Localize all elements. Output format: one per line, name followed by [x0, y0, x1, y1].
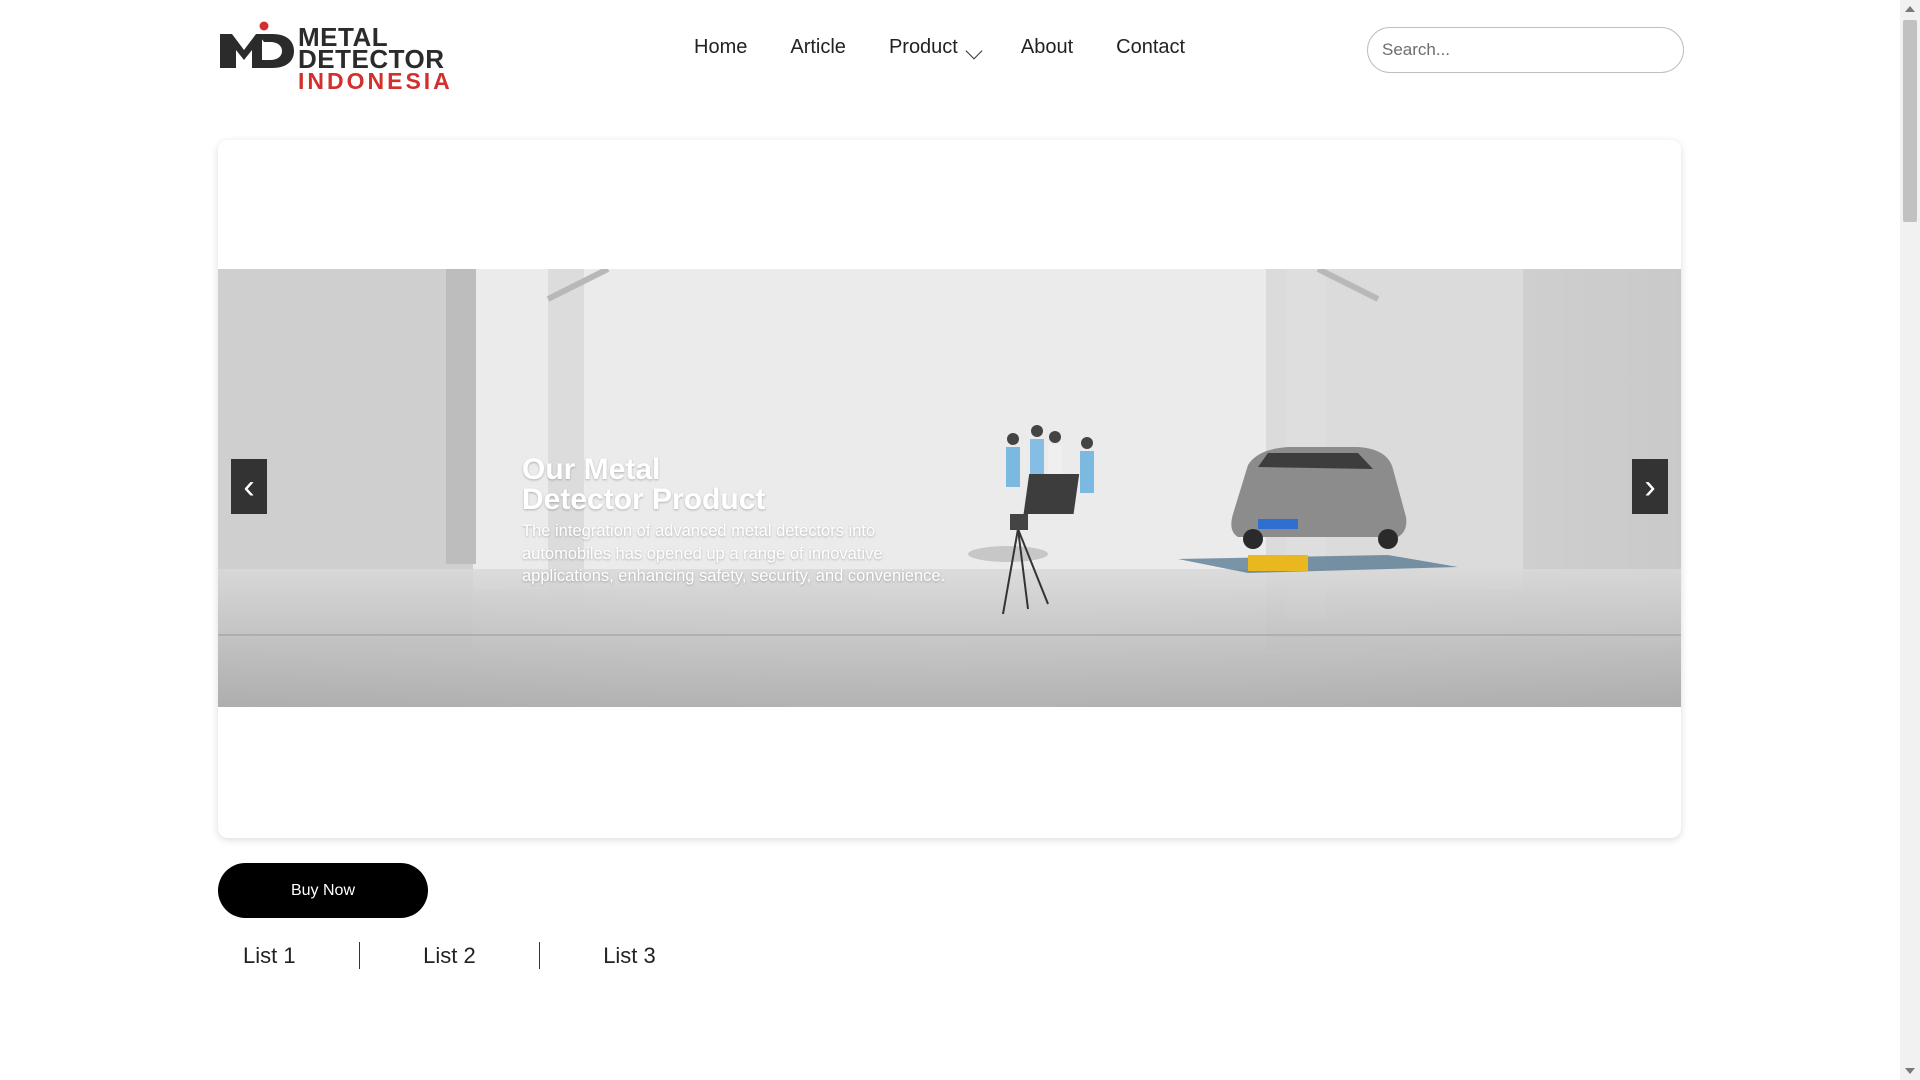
list-item-1[interactable]: List 1	[243, 943, 296, 969]
hero-card: Our Metal Detector Product The integrati…	[218, 140, 1681, 838]
page: METAL DETECTOR INDONESIA Home Article Pr…	[0, 0, 1900, 1080]
nav-article[interactable]: Article	[790, 36, 846, 59]
hero-text: Our Metal Detector Product The integrati…	[522, 455, 952, 588]
list-item-2[interactable]: List 2	[423, 943, 476, 969]
hero-title: Our Metal Detector Product	[522, 455, 952, 515]
logo-mark-icon	[220, 21, 294, 68]
divider	[538, 942, 541, 969]
chevron-down-icon[interactable]	[965, 42, 983, 60]
main-nav: Home Article Product About Contact	[694, 36, 1228, 60]
chevron-left-icon: ‹	[243, 467, 255, 506]
list-item-3[interactable]: List 3	[603, 943, 656, 969]
site-logo[interactable]: METAL DETECTOR INDONESIA	[218, 20, 523, 93]
search-input[interactable]	[1367, 27, 1684, 73]
page-scrollbar[interactable]	[1900, 0, 1920, 1080]
nav-contact[interactable]: Contact	[1116, 36, 1185, 59]
hero-description: The integration of advanced metal detect…	[522, 522, 946, 585]
scroll-thumb[interactable]	[1903, 20, 1917, 222]
car-illustration	[1231, 447, 1407, 549]
logo-line1: METAL DETECTOR	[298, 22, 445, 74]
slider-next-button[interactable]: ›	[1632, 459, 1668, 514]
hero-title-line2: Detector Product	[522, 483, 766, 516]
hero-title-line1: Our Metal	[522, 453, 661, 486]
nav-product-label: Product	[888, 36, 958, 58]
buy-now-button[interactable]: Buy Now	[218, 863, 428, 918]
nav-about[interactable]: About	[1021, 36, 1073, 59]
list-tabs: List 1 List 2 List 3	[243, 942, 656, 969]
nav-home[interactable]: Home	[694, 36, 747, 59]
nav-product[interactable]: Product	[888, 36, 983, 60]
scroll-up-icon[interactable]	[1905, 6, 1915, 12]
scroll-down-icon[interactable]	[1905, 1068, 1915, 1074]
logo-line2: INDONESIA	[298, 68, 453, 94]
divider	[358, 942, 361, 969]
slider-prev-button[interactable]: ‹	[231, 459, 267, 514]
chevron-right-icon: ›	[1644, 467, 1656, 506]
hero-slide: Our Metal Detector Product The integrati…	[218, 269, 1681, 707]
